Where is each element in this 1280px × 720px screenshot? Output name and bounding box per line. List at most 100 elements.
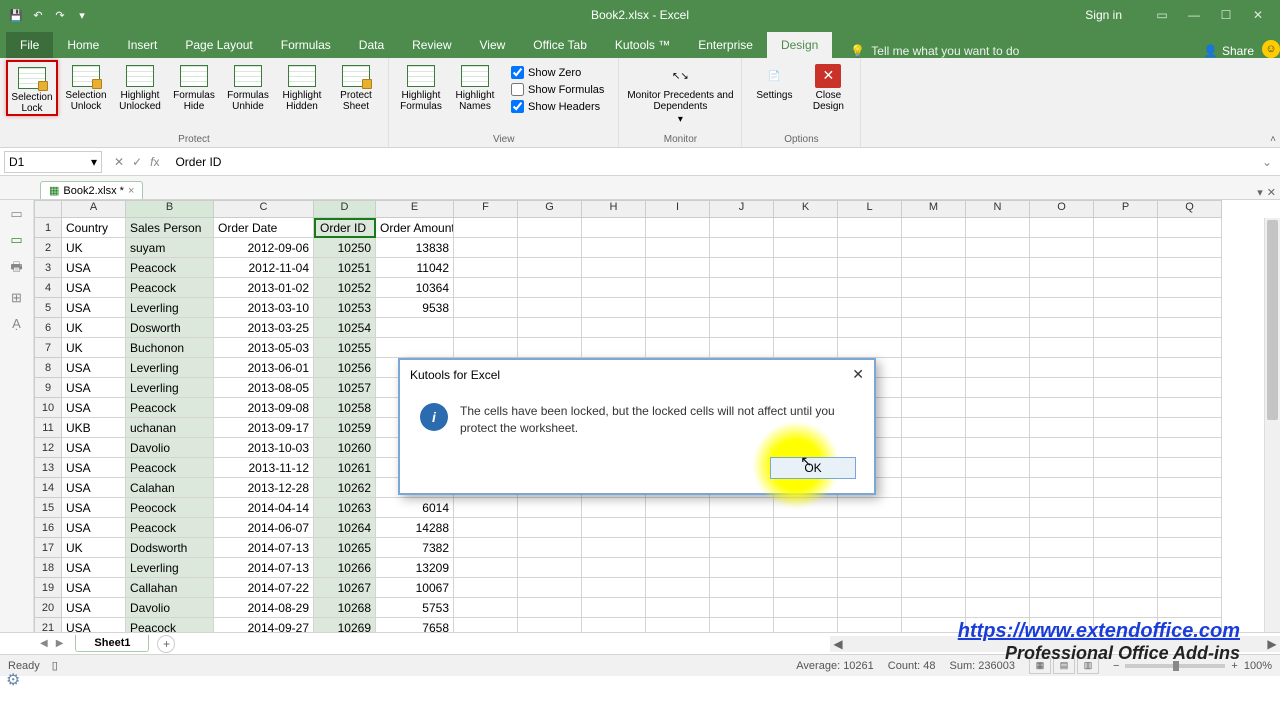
cell[interactable]	[1094, 518, 1158, 538]
cell[interactable]	[902, 218, 966, 238]
row-header[interactable]: 10	[34, 398, 62, 418]
cell[interactable]	[1158, 518, 1222, 538]
cell[interactable]	[902, 358, 966, 378]
name-box[interactable]: D1 ▾	[4, 151, 102, 173]
cell[interactable]	[902, 338, 966, 358]
cell[interactable]	[1030, 598, 1094, 618]
cell[interactable]	[1158, 578, 1222, 598]
cell[interactable]: USA	[62, 378, 126, 398]
cell[interactable]	[1030, 418, 1094, 438]
cell[interactable]	[902, 618, 966, 632]
cell[interactable]	[454, 218, 518, 238]
cell[interactable]	[1158, 478, 1222, 498]
cell[interactable]: 2013-12-28	[214, 478, 314, 498]
tab-data[interactable]: Data	[345, 32, 398, 58]
cell[interactable]	[838, 318, 902, 338]
cell[interactable]	[966, 398, 1030, 418]
column-header[interactable]: C	[214, 200, 314, 218]
cell[interactable]: USA	[62, 558, 126, 578]
row-header[interactable]: 12	[34, 438, 62, 458]
row-header[interactable]: 11	[34, 418, 62, 438]
cell[interactable]	[966, 598, 1030, 618]
zoom-level[interactable]: 100%	[1244, 660, 1272, 672]
cell[interactable]: 2013-06-01	[214, 358, 314, 378]
cell[interactable]: Leverling	[126, 378, 214, 398]
cell[interactable]	[774, 218, 838, 238]
cell[interactable]	[454, 498, 518, 518]
cell[interactable]: 2012-09-06	[214, 238, 314, 258]
cell[interactable]: 2014-09-27	[214, 618, 314, 632]
ok-button[interactable]: OK	[770, 457, 856, 479]
cell[interactable]	[902, 578, 966, 598]
cell[interactable]: 2013-03-25	[214, 318, 314, 338]
row-header[interactable]: 5	[34, 298, 62, 318]
cell[interactable]	[1158, 318, 1222, 338]
cell[interactable]: 10257	[314, 378, 376, 398]
cell[interactable]	[582, 558, 646, 578]
cell[interactable]	[518, 278, 582, 298]
cell[interactable]	[902, 238, 966, 258]
cell[interactable]	[454, 558, 518, 578]
cell[interactable]	[646, 558, 710, 578]
tab-file[interactable]: File	[6, 32, 53, 58]
cell[interactable]	[582, 538, 646, 558]
cell[interactable]: 10253	[314, 298, 376, 318]
cell[interactable]: 10263	[314, 498, 376, 518]
cell[interactable]: 7382	[376, 538, 454, 558]
redo-icon[interactable]: ↷	[52, 7, 68, 23]
doc-tab-close-icon[interactable]: ×	[128, 185, 134, 197]
cell[interactable]	[1030, 258, 1094, 278]
cell[interactable]	[1158, 438, 1222, 458]
cell[interactable]	[966, 238, 1030, 258]
cell[interactable]	[774, 258, 838, 278]
row-header[interactable]: 9	[34, 378, 62, 398]
tab-close-icon[interactable]: ✕	[1267, 186, 1276, 199]
cell[interactable]	[1030, 318, 1094, 338]
cell[interactable]	[582, 278, 646, 298]
cell[interactable]	[646, 338, 710, 358]
cell[interactable]: Peacock	[126, 458, 214, 478]
column-header[interactable]: G	[518, 200, 582, 218]
cell[interactable]	[376, 338, 454, 358]
cell[interactable]	[1094, 398, 1158, 418]
cell[interactable]: Order ID	[314, 218, 376, 238]
share-button[interactable]: 👤 Share	[1203, 44, 1254, 58]
row-header[interactable]: 13	[34, 458, 62, 478]
cell[interactable]	[710, 538, 774, 558]
cell[interactable]	[902, 418, 966, 438]
cell[interactable]	[646, 498, 710, 518]
settings-button[interactable]: 📄 Settings	[748, 60, 800, 101]
cell[interactable]	[838, 258, 902, 278]
cell[interactable]	[1094, 438, 1158, 458]
cell[interactable]	[1030, 518, 1094, 538]
cell[interactable]: 2013-09-17	[214, 418, 314, 438]
cell[interactable]: USA	[62, 458, 126, 478]
cell[interactable]	[1030, 578, 1094, 598]
cell[interactable]	[710, 238, 774, 258]
row-header[interactable]: 8	[34, 358, 62, 378]
name-box-dropdown-icon[interactable]: ▾	[91, 155, 97, 169]
cell[interactable]	[646, 618, 710, 632]
cell[interactable]	[582, 218, 646, 238]
tab-formulas[interactable]: Formulas	[267, 32, 345, 58]
cell[interactable]: 10255	[314, 338, 376, 358]
cell[interactable]	[582, 238, 646, 258]
cell[interactable]	[376, 318, 454, 338]
row-header[interactable]: 6	[34, 318, 62, 338]
cell[interactable]	[902, 478, 966, 498]
cell[interactable]: 2014-07-22	[214, 578, 314, 598]
zoom-slider[interactable]	[1125, 664, 1225, 668]
feedback-icon[interactable]: ☺	[1262, 40, 1280, 58]
cell[interactable]: 2014-07-13	[214, 558, 314, 578]
cell[interactable]	[1030, 538, 1094, 558]
cell[interactable]	[1158, 338, 1222, 358]
cell[interactable]: Dosworth	[126, 318, 214, 338]
cell[interactable]	[1094, 458, 1158, 478]
cell[interactable]	[710, 618, 774, 632]
cell[interactable]: 10254	[314, 318, 376, 338]
tool-icon[interactable]: ▭	[10, 232, 22, 248]
cell[interactable]	[1094, 478, 1158, 498]
formula-input[interactable]: Order ID	[167, 155, 1253, 169]
cell[interactable]	[1094, 338, 1158, 358]
qat-dropdown-icon[interactable]: ▾	[74, 7, 90, 23]
